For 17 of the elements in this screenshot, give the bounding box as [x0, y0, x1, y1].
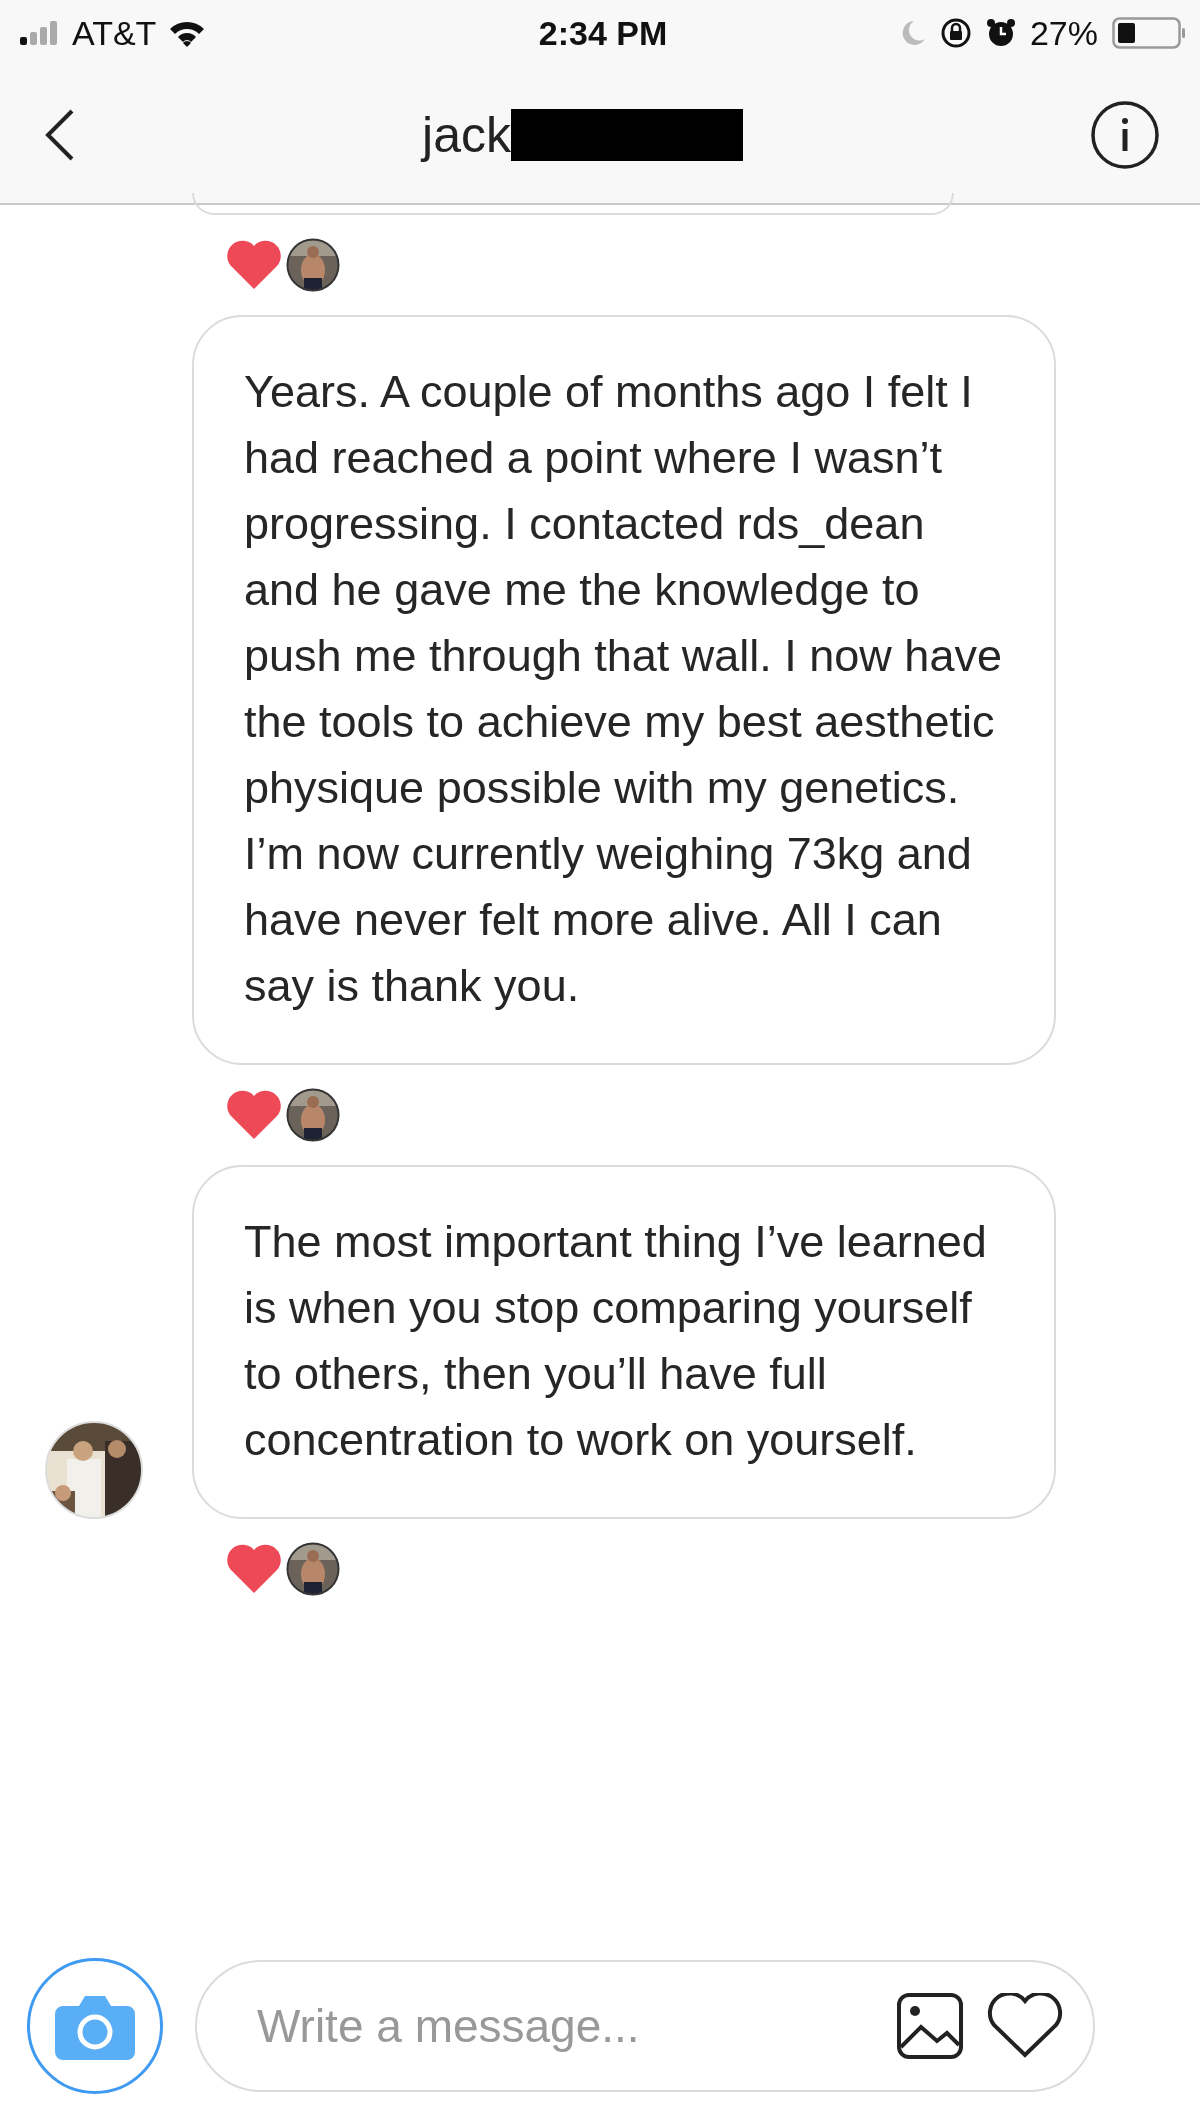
- status-time: 2:34 PM: [538, 13, 668, 53]
- info-icon[interactable]: [1090, 99, 1160, 170]
- message-text: Years. A couple of months ago I felt I had reached a point where I wasn’t progressing. I contacted rds_dean and he gave me the knowledge to push me through that wall. I now have the tools to achieve my best aesthetic physique possible with my genetics. I’m now currently weighing 73kg and have never felt more alive. All I can say is thank you.: [244, 365, 1003, 1013]
- conversation-title[interactable]: jack: [422, 105, 511, 164]
- wifi-icon: [168, 19, 207, 47]
- rotation-lock-icon: [939, 17, 972, 49]
- image-icon[interactable]: [897, 1993, 963, 2059]
- heart-outline-icon[interactable]: [987, 1993, 1063, 2059]
- battery-icon: [1112, 17, 1186, 49]
- battery-percent: 27%: [1029, 13, 1098, 53]
- alarm-icon: [985, 18, 1016, 48]
- carrier-name: AT&T: [72, 13, 157, 53]
- signal-icon: [20, 21, 60, 45]
- back-icon[interactable]: [45, 108, 75, 161]
- message-field[interactable]: Write a message...: [255, 1998, 873, 2054]
- input-bar[interactable]: Write a message...: [195, 1960, 1095, 2092]
- message-text: The most important thing I’ve learned is when you stop comparing yourself to others, then you’ll have full concentration to work on yourself.: [244, 1215, 988, 1467]
